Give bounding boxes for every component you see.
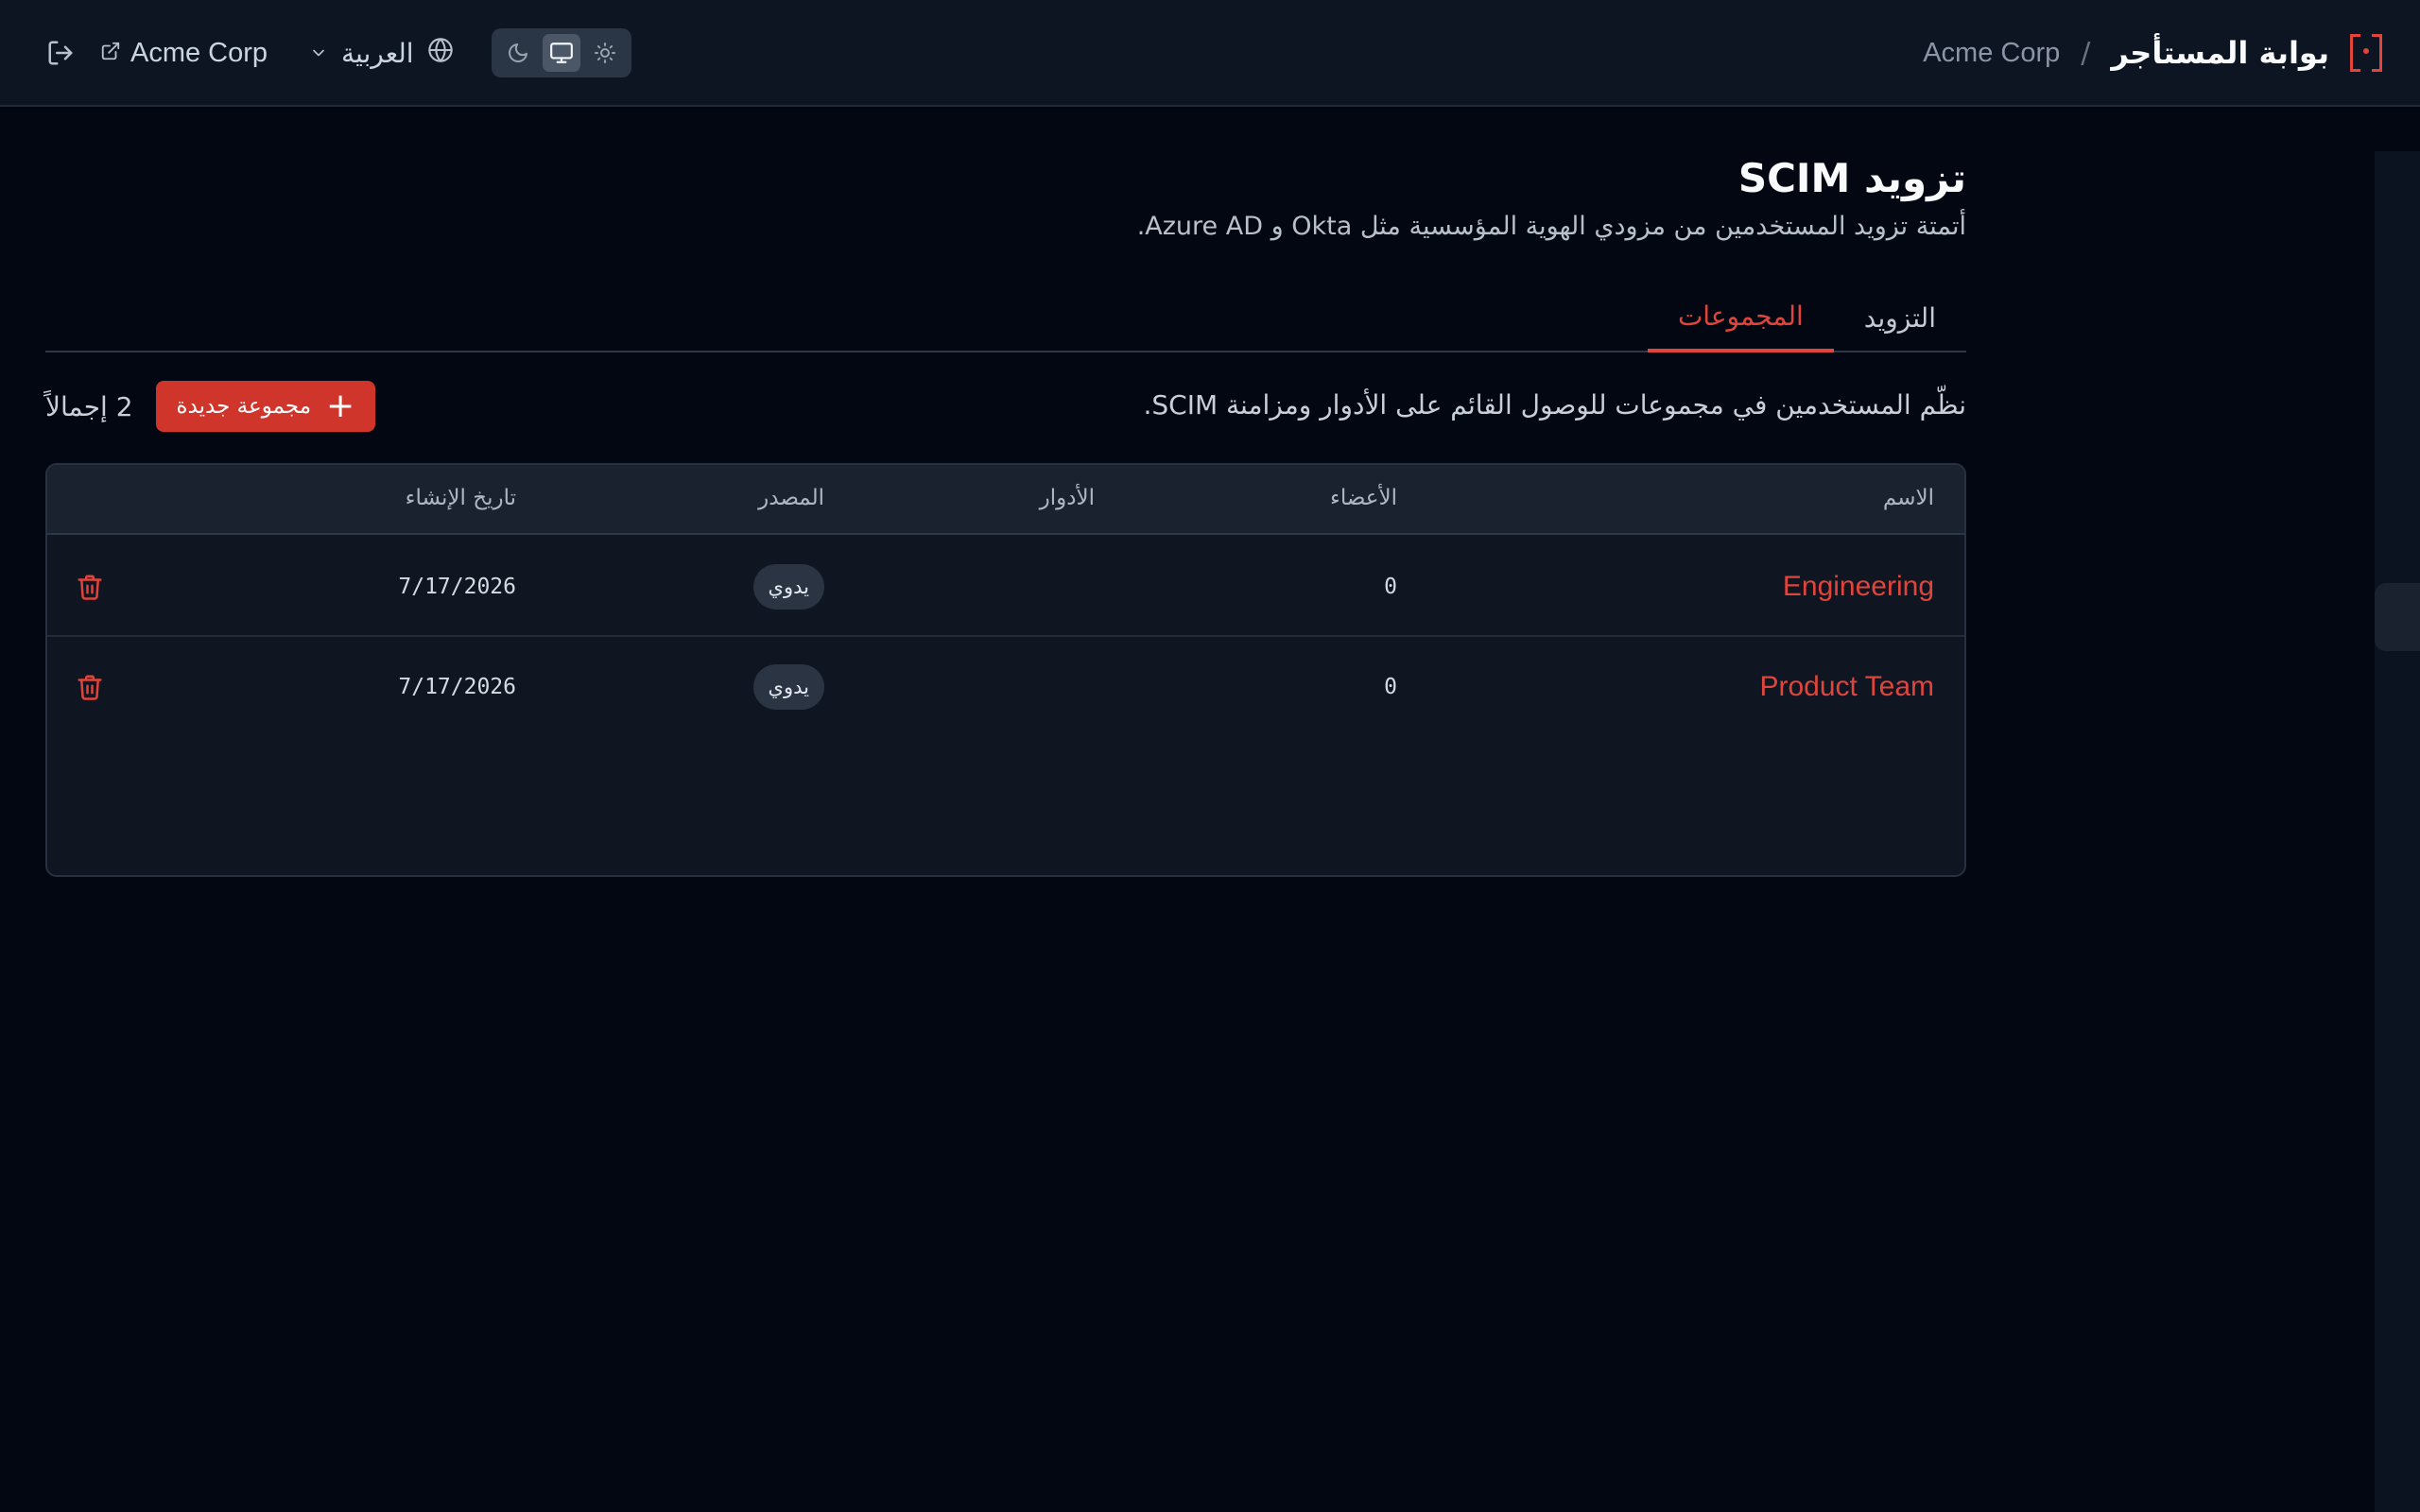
total-count: 2 إجمالاً bbox=[45, 390, 133, 422]
theme-toggle bbox=[491, 28, 631, 77]
trash-icon[interactable] bbox=[76, 673, 104, 701]
new-group-button[interactable]: + مجموعة جديدة bbox=[155, 381, 376, 432]
members-count: 0 bbox=[1384, 575, 1397, 599]
tab-groups[interactable]: المجموعات bbox=[1647, 284, 1834, 352]
moon-icon[interactable] bbox=[499, 34, 537, 72]
header-actions: Acme Corp العربية bbox=[42, 25, 631, 81]
groups-toolbar: 2 إجمالاً + مجموعة جديدة bbox=[45, 381, 376, 432]
plus-icon: + bbox=[326, 387, 355, 425]
table-header: الاسم الأعضاء الأدوار المصدر تاريخ الإنش… bbox=[47, 465, 1964, 535]
table-row: Product Team 0 يدوي 7/17/2026 bbox=[47, 637, 1964, 737]
external-link-icon bbox=[100, 38, 121, 69]
group-name[interactable]: Product Team bbox=[1759, 671, 1934, 703]
chevron-down-icon bbox=[309, 38, 328, 69]
members-count: 0 bbox=[1384, 675, 1397, 699]
tenant-link[interactable]: Acme Corp bbox=[100, 38, 268, 69]
created-date: 7/17/2026 bbox=[398, 675, 516, 699]
source-badge: يدوي bbox=[752, 664, 824, 710]
sun-icon[interactable] bbox=[586, 34, 624, 72]
language-selector[interactable]: العربية bbox=[309, 37, 454, 70]
monitor-icon[interactable] bbox=[542, 34, 580, 72]
column-roles: الأدوار bbox=[1039, 486, 1095, 510]
breadcrumb-separator: / bbox=[2081, 36, 2091, 70]
trash-icon[interactable] bbox=[76, 573, 104, 601]
table-row: Engineering 0 يدوي 7/17/2026 bbox=[47, 537, 1964, 637]
brand: بوابة المستأجر / Acme Corp bbox=[1923, 30, 2382, 76]
column-created: تاريخ الإنشاء bbox=[405, 486, 516, 510]
tab-bar: التزويد المجموعات bbox=[45, 284, 1966, 352]
scrollbar-thumb[interactable] bbox=[2375, 583, 2420, 651]
language-label: العربية bbox=[341, 37, 414, 69]
bracket-logo-icon bbox=[2350, 34, 2382, 72]
source-badge: يدوي bbox=[752, 564, 824, 610]
scrollbar-track[interactable] bbox=[2375, 151, 2420, 1512]
column-members: الأعضاء bbox=[1330, 486, 1397, 510]
new-group-label: مجموعة جديدة bbox=[176, 394, 312, 419]
globe-icon bbox=[427, 37, 454, 70]
page-subtitle: أتمتة تزويد المستخدمين من مزودي الهوية ا… bbox=[1136, 212, 1966, 241]
logout-icon[interactable] bbox=[42, 34, 79, 72]
page-title: تزويد SCIM bbox=[1737, 155, 1966, 201]
tab-provisioning[interactable]: التزويد bbox=[1834, 284, 1966, 352]
column-source: المصدر bbox=[758, 486, 824, 510]
top-header: بوابة المستأجر / Acme Corp Acme Corp الع… bbox=[0, 0, 2420, 107]
group-name[interactable]: Engineering bbox=[1783, 571, 1934, 603]
breadcrumb-tenant[interactable]: Acme Corp bbox=[1923, 38, 2060, 69]
created-date: 7/17/2026 bbox=[398, 575, 516, 599]
groups-description: نظّم المستخدمين في مجموعات للوصول القائم… bbox=[1143, 389, 1966, 421]
column-name: الاسم bbox=[1882, 486, 1934, 510]
tenant-link-label: Acme Corp bbox=[130, 37, 268, 68]
portal-title: بوابة المستأجر bbox=[2111, 35, 2329, 71]
groups-table: الاسم الأعضاء الأدوار المصدر تاريخ الإنش… bbox=[45, 463, 1966, 877]
